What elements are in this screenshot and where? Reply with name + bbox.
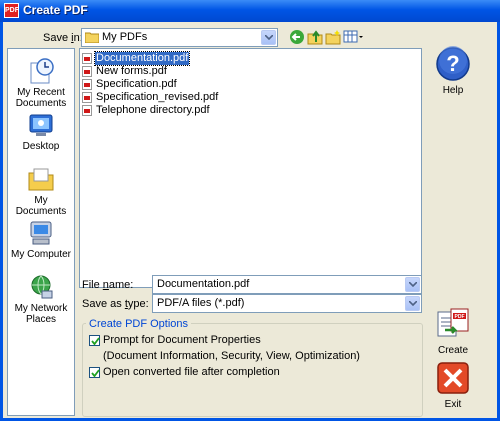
save-in-value: My PDFs xyxy=(102,31,148,43)
back-icon[interactable] xyxy=(289,29,305,45)
new-folder-icon[interactable] xyxy=(325,29,341,45)
exit-button[interactable]: Exit xyxy=(431,360,475,410)
place-my-documents[interactable]: My Documents xyxy=(8,165,74,217)
place-my-computer[interactable]: My Computer xyxy=(8,219,74,260)
pdf-file-icon xyxy=(82,53,92,64)
recent-documents-icon xyxy=(30,58,54,84)
pdf-file-icon xyxy=(82,105,92,116)
title-bar[interactable]: PDF Create PDF xyxy=(0,0,500,22)
help-button[interactable]: ? Help xyxy=(431,46,475,96)
my-computer-icon xyxy=(30,221,52,245)
create-button[interactable]: PDF Create xyxy=(431,306,475,356)
checkmark-icon xyxy=(91,337,100,346)
file-list[interactable]: Documentation.pdf New forms.pdf Specific… xyxy=(79,48,422,288)
open-after-completion-checkbox[interactable] xyxy=(89,367,100,378)
close-icon xyxy=(437,362,469,394)
desktop-icon xyxy=(29,114,53,136)
help-icon: ? xyxy=(436,46,470,81)
my-documents-icon xyxy=(28,168,54,191)
network-places-icon xyxy=(31,275,53,299)
file-name-input[interactable]: Documentation.pdf xyxy=(152,275,422,294)
options-group-title: Create PDF Options xyxy=(86,318,192,330)
prompt-properties-checkbox[interactable] xyxy=(89,335,100,346)
create-pdf-dialog: PDF Create PDF Save in: My PDFs My Recen… xyxy=(0,0,500,421)
save-as-type-dropdown[interactable]: PDF/A files (*.pdf) xyxy=(152,294,422,313)
window-title: Create PDF xyxy=(23,3,88,17)
chevron-down-icon[interactable] xyxy=(261,30,276,45)
place-network-places[interactable]: My Network Places xyxy=(8,273,74,325)
prompt-properties-label[interactable]: Prompt for Document Properties xyxy=(103,334,261,346)
pdf-app-icon: PDF xyxy=(4,3,19,18)
save-as-type-label: Save as type: xyxy=(82,298,149,310)
chevron-down-icon[interactable] xyxy=(405,296,420,311)
save-in-dropdown[interactable]: My PDFs xyxy=(81,28,278,47)
svg-text:PDF: PDF xyxy=(455,314,465,320)
chevron-down-icon[interactable] xyxy=(405,277,420,292)
file-name-label: File name: xyxy=(82,279,134,291)
pdf-file-icon xyxy=(82,92,92,103)
places-bar: My Recent Documents Desktop My Documents… xyxy=(7,48,75,416)
open-after-completion-label[interactable]: Open converted file after completion xyxy=(103,366,280,378)
pdf-file-icon xyxy=(82,66,92,77)
view-menu-icon[interactable] xyxy=(343,29,365,45)
pdf-file-icon xyxy=(82,79,92,90)
save-in-label: Save in: xyxy=(43,32,83,44)
prompt-properties-sublabel: (Document Information, Security, View, O… xyxy=(103,350,360,362)
place-desktop[interactable]: Desktop xyxy=(8,111,74,152)
place-recent-documents[interactable]: My Recent Documents xyxy=(8,57,74,109)
create-pdf-icon: PDF xyxy=(437,308,469,337)
checkmark-icon xyxy=(91,369,100,378)
up-folder-icon[interactable] xyxy=(307,29,323,45)
svg-text:?: ? xyxy=(446,51,459,76)
folder-icon xyxy=(84,31,100,46)
dialog-body: Save in: My PDFs My Recent Documents Des… xyxy=(3,22,497,418)
